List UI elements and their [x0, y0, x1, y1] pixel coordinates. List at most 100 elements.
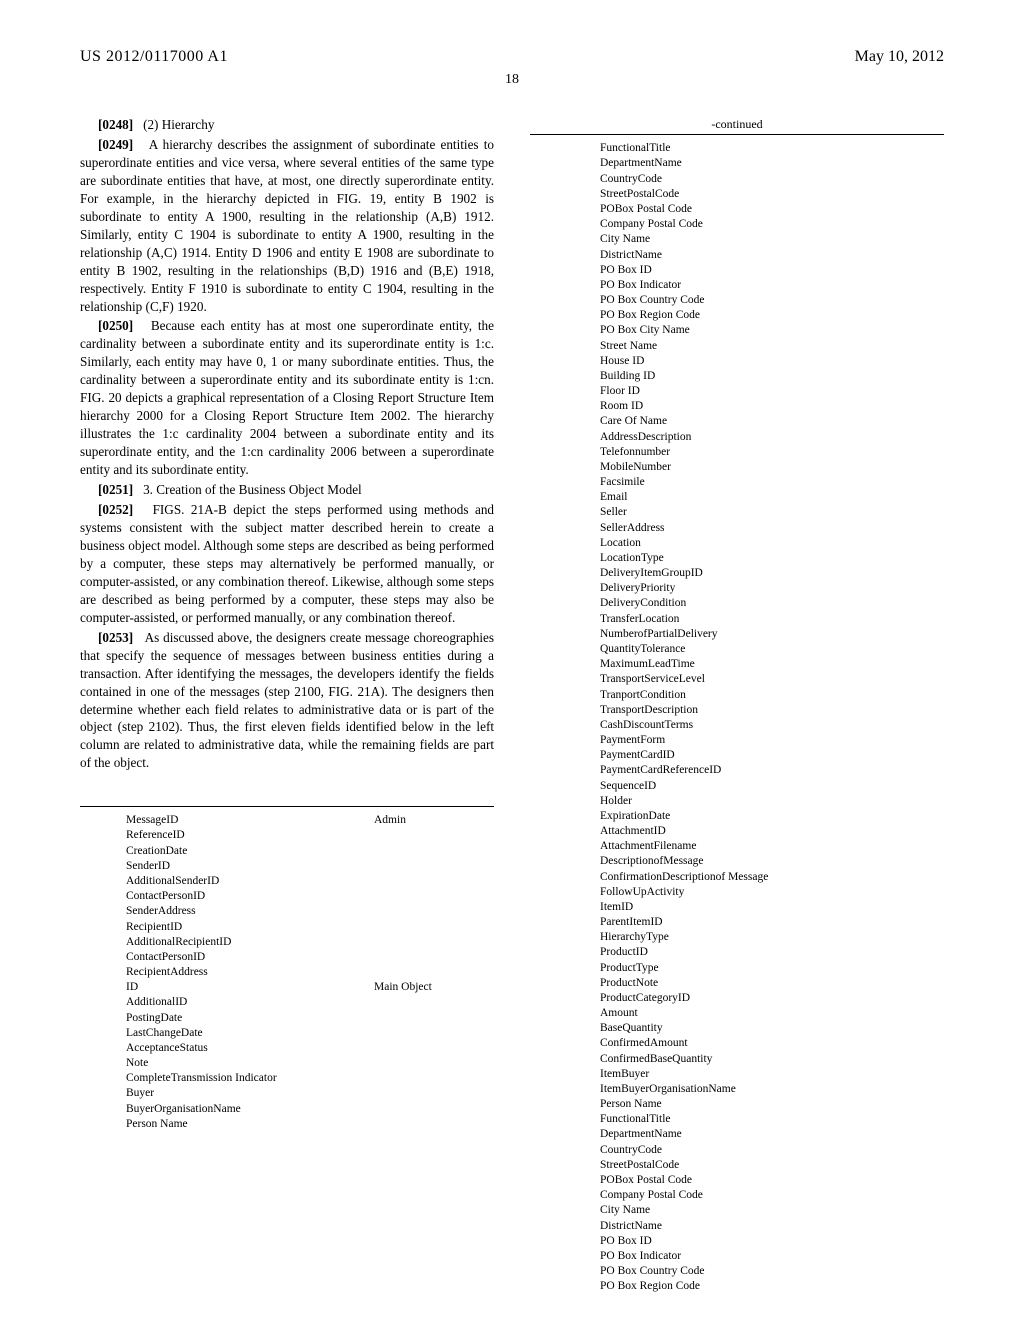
para-number: [0250]: [98, 318, 133, 333]
field-name: DescriptionofMessage: [600, 854, 944, 869]
field-name: SequenceID: [600, 779, 944, 794]
field-name: ConfirmedAmount: [600, 1036, 944, 1051]
field-name: ConfirmedBaseQuantity: [600, 1052, 944, 1067]
field-name: Company Postal Code: [600, 1188, 944, 1203]
field-name: POBox Postal Code: [600, 1173, 944, 1188]
left-column: [0248] (2) Hierarchy [0249] A hierarchy …: [80, 116, 494, 1294]
field-row: AdditionalSenderID: [80, 874, 494, 889]
field-name: PaymentCardID: [600, 748, 944, 763]
field-name: PO Box ID: [600, 1234, 944, 1249]
table-rule-top: [80, 806, 494, 807]
field-tag: [374, 1086, 494, 1101]
field-name: LocationType: [600, 551, 944, 566]
field-row: Person Name: [80, 1117, 494, 1132]
field-row: CompleteTransmission Indicator: [80, 1071, 494, 1086]
field-table-left: MessageIDAdminReferenceIDCreationDateSen…: [80, 806, 494, 1132]
para-text: (2) Hierarchy: [143, 117, 214, 132]
field-tag: [374, 1056, 494, 1071]
field-name: Street Name: [600, 339, 944, 354]
field-name: ExpirationDate: [600, 809, 944, 824]
para-text: FIGS. 21A-B depict the steps performed u…: [80, 502, 494, 625]
table-rule-top: [530, 134, 944, 135]
field-name: StreetPostalCode: [600, 1158, 944, 1173]
field-name: Person Name: [600, 1097, 944, 1112]
field-name: ContactPersonID: [126, 889, 374, 904]
field-row: BuyerOrganisationName: [80, 1102, 494, 1117]
field-name: ItemBuyer: [600, 1067, 944, 1082]
field-name: CountryCode: [600, 1143, 944, 1158]
para-number: [0252]: [98, 502, 133, 517]
field-row: SenderID: [80, 859, 494, 874]
field-name: Company Postal Code: [600, 217, 944, 232]
field-name: ParentItemID: [600, 915, 944, 930]
continued-label: -continued: [530, 116, 944, 132]
field-row: AdditionalRecipientID: [80, 935, 494, 950]
field-name: TranportCondition: [600, 688, 944, 703]
field-row: MessageIDAdmin: [80, 813, 494, 828]
para-0250: [0250] Because each entity has at most o…: [80, 317, 494, 479]
para-number: [0251]: [98, 482, 133, 497]
field-tag: [374, 1026, 494, 1041]
field-tag: [374, 1117, 494, 1132]
field-name: FunctionalTitle: [600, 141, 944, 156]
field-name: City Name: [600, 232, 944, 247]
field-tag: [374, 995, 494, 1010]
field-tag: [374, 828, 494, 843]
field-list-right: FunctionalTitleDepartmentName CountryCode…: [530, 141, 944, 1294]
field-name: LastChangeDate: [126, 1026, 374, 1041]
field-tag: [374, 1102, 494, 1117]
field-name: ProductNote: [600, 976, 944, 991]
field-name: Room ID: [600, 399, 944, 414]
field-name: MessageID: [126, 813, 374, 828]
field-name: BaseQuantity: [600, 1021, 944, 1036]
field-row: AcceptanceStatus: [80, 1041, 494, 1056]
field-name: PO Box City Name: [600, 323, 944, 338]
field-name: PO Box Indicator: [600, 1249, 944, 1264]
para-text: As discussed above, the designers create…: [80, 630, 494, 771]
field-name: Telefonnumber: [600, 445, 944, 460]
field-name: Buyer: [126, 1086, 374, 1101]
field-name: PO Box Region Code: [600, 308, 944, 323]
para-number: [0249]: [98, 137, 133, 152]
field-row: ContactPersonID: [80, 889, 494, 904]
field-name: ProductType: [600, 961, 944, 976]
field-row: RecipientID: [80, 920, 494, 935]
field-name: City Name: [600, 1203, 944, 1218]
field-name: SenderAddress: [126, 904, 374, 919]
field-name: StreetPostalCode: [600, 187, 944, 202]
field-name: DepartmentName: [600, 156, 944, 171]
field-name: DeliveryItemGroupID: [600, 566, 944, 581]
field-name: AdditionalRecipientID: [126, 935, 374, 950]
field-name: PO Box Country Code: [600, 293, 944, 308]
field-name: Email: [600, 490, 944, 505]
field-name: TransportDescription: [600, 703, 944, 718]
field-tag: [374, 1071, 494, 1086]
field-name: AdditionalID: [126, 995, 374, 1010]
field-name: ReferenceID: [126, 828, 374, 843]
para-text: Because each entity has at most one supe…: [80, 318, 494, 477]
two-column-body: [0248] (2) Hierarchy [0249] A hierarchy …: [80, 116, 944, 1294]
field-name: AttachmentID: [600, 824, 944, 839]
field-name: TransferLocation: [600, 612, 944, 627]
para-text: 3. Creation of the Business Object Model: [143, 482, 362, 497]
field-tag: [374, 965, 494, 980]
field-name: Seller: [600, 505, 944, 520]
field-name: DeliveryCondition: [600, 596, 944, 611]
field-name: Building ID: [600, 369, 944, 384]
para-number: [0253]: [98, 630, 133, 645]
field-name: ID: [126, 980, 374, 995]
field-name: MaximumLeadTime: [600, 657, 944, 672]
field-name: Floor ID: [600, 384, 944, 399]
para-0253: [0253] As discussed above, the designers…: [80, 629, 494, 773]
field-tag: [374, 904, 494, 919]
field-name: ProductCategoryID: [600, 991, 944, 1006]
field-name: ContactPersonID: [126, 950, 374, 965]
field-row: Note: [80, 1056, 494, 1071]
field-name: RecipientAddress: [126, 965, 374, 980]
field-name: CompleteTransmission Indicator: [126, 1071, 374, 1086]
right-column: -continued FunctionalTitleDepartmentName…: [530, 116, 944, 1294]
field-name: NumberofPartialDelivery: [600, 627, 944, 642]
page-number: 18: [80, 72, 944, 88]
field-name: Person Name: [126, 1117, 374, 1132]
field-name: Facsimile: [600, 475, 944, 490]
